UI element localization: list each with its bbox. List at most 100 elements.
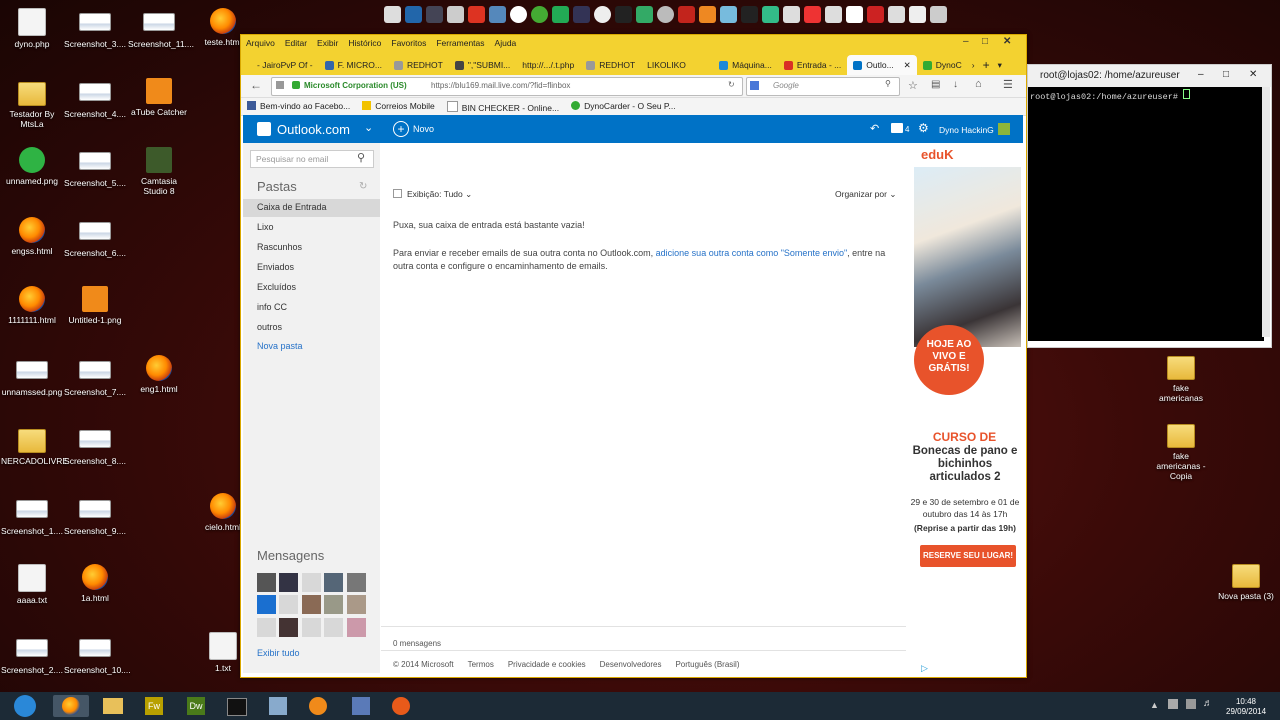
avatar[interactable] bbox=[302, 573, 321, 592]
media-taskbar-button[interactable] bbox=[300, 695, 336, 717]
messages-icon[interactable] bbox=[891, 123, 903, 133]
menu-arquivo[interactable]: Arquivo bbox=[241, 35, 280, 53]
app-icon[interactable] bbox=[405, 6, 422, 23]
download-icon[interactable]: ↓ bbox=[953, 79, 958, 90]
app-icon[interactable] bbox=[783, 6, 800, 23]
avatar[interactable] bbox=[324, 573, 343, 592]
avatar[interactable] bbox=[302, 595, 321, 614]
close-button[interactable]: ✕ bbox=[1249, 69, 1257, 80]
app-icon[interactable] bbox=[447, 6, 464, 23]
scrollbar[interactable] bbox=[1262, 87, 1270, 337]
tab[interactable]: DynoC bbox=[917, 55, 968, 75]
avatar[interactable] bbox=[257, 573, 276, 592]
app-icon[interactable] bbox=[720, 6, 737, 23]
app-icon[interactable] bbox=[657, 6, 674, 23]
user-name[interactable]: Dyno HackinG bbox=[939, 125, 994, 135]
app-icon[interactable] bbox=[384, 6, 401, 23]
desktop-icon[interactable]: Screenshot_6.... bbox=[64, 217, 126, 258]
desktop-icon[interactable]: fake americanas bbox=[1150, 352, 1212, 403]
app-icon[interactable] bbox=[573, 6, 590, 23]
flag-icon[interactable] bbox=[1168, 699, 1178, 709]
app-icon[interactable] bbox=[846, 6, 863, 23]
tab[interactable]: LIKOLIKO bbox=[641, 55, 713, 75]
gear-icon[interactable]: ⚙ bbox=[918, 121, 929, 135]
desktop-icon[interactable]: Screenshot_11.... bbox=[128, 8, 194, 49]
avatar[interactable] bbox=[257, 595, 276, 614]
app-icon[interactable] bbox=[594, 6, 611, 23]
folder-junk[interactable]: Lixo bbox=[257, 222, 274, 232]
atube-taskbar-button[interactable] bbox=[383, 695, 419, 717]
folder-sent[interactable]: Enviados bbox=[257, 262, 294, 272]
desktop-icon[interactable]: eng1.html bbox=[128, 355, 190, 394]
sort-dropdown[interactable]: Organizar por ⌄ bbox=[835, 189, 896, 200]
home-icon[interactable]: ⌂ bbox=[975, 78, 982, 90]
app-icon[interactable] bbox=[762, 6, 779, 23]
menu-favoritos[interactable]: Favoritos bbox=[386, 35, 431, 53]
see-all-link[interactable]: Exibir tudo bbox=[257, 648, 300, 658]
avatar[interactable] bbox=[279, 573, 298, 592]
desktop-icon[interactable]: Screenshot_1.... bbox=[1, 495, 63, 536]
tray-up-icon[interactable]: ▲ bbox=[1150, 700, 1159, 710]
fireworks-taskbar-button[interactable]: Fw bbox=[136, 695, 172, 717]
view-filter[interactable]: Exibição: Tudo ⌄ bbox=[407, 189, 472, 200]
desktop-icon[interactable]: unnamed.png bbox=[1, 147, 63, 186]
tab-scroll-right-icon[interactable]: › bbox=[968, 55, 979, 75]
app-taskbar-button[interactable] bbox=[260, 695, 296, 717]
tab[interactable]: F. MICRO... bbox=[319, 55, 388, 75]
ie-icon[interactable] bbox=[14, 695, 36, 717]
folder-info-cc[interactable]: info CC bbox=[257, 302, 287, 312]
desktop-icon[interactable]: Screenshot_8.... bbox=[64, 425, 126, 466]
tab[interactable]: Entrada - ... bbox=[778, 55, 847, 75]
desktop-icon[interactable]: aTube Catcher bbox=[128, 77, 190, 117]
folder-deleted[interactable]: Excluídos bbox=[257, 282, 296, 292]
avatar[interactable] bbox=[998, 123, 1010, 135]
app-icon[interactable] bbox=[825, 6, 842, 23]
tab[interactable]: REDHOT bbox=[580, 55, 641, 75]
explorer-taskbar-button[interactable] bbox=[95, 695, 131, 717]
filezilla-icon[interactable] bbox=[678, 6, 695, 23]
app-icon[interactable] bbox=[468, 6, 485, 23]
bookmark-correios[interactable]: Correios Mobile bbox=[356, 98, 441, 115]
menu-historico[interactable]: Histórico bbox=[343, 35, 386, 53]
dreamweaver-taskbar-button[interactable]: Dw bbox=[178, 695, 214, 717]
site-identity[interactable]: Microsoft Corporation (US) bbox=[304, 81, 407, 90]
app-icon[interactable] bbox=[489, 6, 506, 23]
new-tab-icon[interactable]: + bbox=[979, 55, 994, 75]
tab-outlook-active[interactable]: Outlo... ✕ bbox=[847, 55, 917, 75]
menu-ferramentas[interactable]: Ferramentas bbox=[431, 35, 489, 53]
desktop-icon[interactable]: 1a.html bbox=[64, 564, 126, 603]
desktop-icon[interactable]: NERCADOLIVRE bbox=[1, 425, 68, 466]
app-icon[interactable] bbox=[699, 6, 716, 23]
avatar[interactable] bbox=[279, 595, 298, 614]
tab[interactable]: - JairoPvP Of - bbox=[251, 55, 319, 75]
app-icon[interactable] bbox=[426, 6, 443, 23]
terminal-body[interactable]: root@lojas02:/home/azureuser# bbox=[1028, 87, 1264, 341]
desktop-icon[interactable]: Untitled-1.png bbox=[64, 286, 126, 325]
desktop-icon[interactable]: 1111111.html bbox=[1, 286, 63, 325]
desktop-icon[interactable]: Screenshot_3.... bbox=[64, 8, 126, 49]
app-icon[interactable] bbox=[552, 6, 569, 23]
reload-icon[interactable]: ↻ bbox=[728, 80, 735, 89]
desktop-icon[interactable]: fake americanas - Copia bbox=[1150, 420, 1212, 481]
desktop-icon[interactable]: Screenshot_10.... bbox=[64, 634, 131, 675]
search-bar[interactable]: Google ⚲ bbox=[746, 77, 900, 96]
new-button[interactable]: Novo bbox=[413, 124, 434, 134]
reserve-button[interactable]: RESERVE SEU LUGAR! bbox=[920, 545, 1016, 567]
menu-icon[interactable]: ☰ bbox=[1003, 78, 1013, 91]
desktop-icon[interactable]: unnamssed.png bbox=[1, 356, 63, 397]
bookmark-dynocarder[interactable]: DynoCarder - O Seu P... bbox=[565, 98, 682, 115]
maximize-button[interactable]: □ bbox=[982, 36, 988, 47]
tab-list-icon[interactable]: ▾ bbox=[994, 55, 1006, 75]
minimize-button[interactable]: – bbox=[1198, 69, 1204, 80]
select-all-checkbox[interactable] bbox=[393, 189, 402, 198]
search-icon[interactable]: ⚲ bbox=[357, 151, 365, 164]
tab[interactable]: REDHOT bbox=[388, 55, 449, 75]
trash-icon[interactable] bbox=[930, 6, 947, 23]
volume-icon[interactable]: ♬ bbox=[1203, 698, 1213, 709]
privacy-link[interactable]: Privacidade e cookies bbox=[508, 660, 586, 669]
bookmark-bin-checker[interactable]: BIN CHECKER - Online... bbox=[441, 98, 565, 115]
tab[interactable]: http://.../.t.php bbox=[516, 55, 580, 75]
desktop-icon[interactable]: dyno.php bbox=[1, 8, 63, 49]
avatar[interactable] bbox=[302, 618, 321, 637]
menu-ajuda[interactable]: Ajuda bbox=[490, 35, 522, 53]
